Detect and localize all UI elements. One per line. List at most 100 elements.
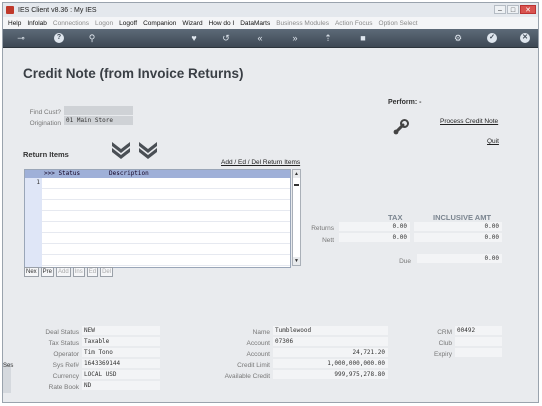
- club-field: [455, 337, 502, 346]
- close-window-button[interactable]: ✕: [520, 5, 536, 14]
- expand-all-down-icon[interactable]: [137, 140, 159, 160]
- settings-icon[interactable]: ⚙: [453, 33, 463, 43]
- account-balance-label: Account: [246, 351, 271, 358]
- menu-action-focus[interactable]: Action Focus: [335, 20, 373, 27]
- grid-nav-buttons: Nex Pre Add Ins Ed Del: [24, 267, 114, 277]
- help-icon[interactable]: ?: [54, 33, 64, 43]
- return-items-grid[interactable]: >>> Status Description 1: [24, 169, 291, 268]
- forward-icon[interactable]: »: [290, 33, 300, 43]
- grid-row-number-column: 1: [25, 178, 42, 267]
- crm-field: 00492: [455, 326, 502, 335]
- menu-logon[interactable]: Logon: [95, 20, 113, 27]
- deal-status-field: NEW: [82, 326, 160, 335]
- toolbar: ⊸ ? ⚲ ♥ ↺ « » ⇡ ■ ⚙ ✓ ✕: [3, 29, 538, 48]
- rate-book-label: Rate Book: [48, 384, 79, 391]
- menu-logoff[interactable]: Logoff: [119, 20, 137, 27]
- sys-ref-field: 1643369144: [82, 359, 160, 368]
- insert-button[interactable]: Ins: [72, 267, 85, 277]
- rate-book-field: ND: [82, 381, 160, 390]
- app-window: IES Client v8.36 : My IES – □ ✕ Help Inf…: [2, 2, 539, 403]
- key-icon[interactable]: ⊸: [11, 33, 31, 43]
- returns-tax-field: 0.00: [339, 222, 410, 231]
- expiry-field: [455, 348, 502, 357]
- table-row[interactable]: [42, 178, 290, 189]
- close-icon[interactable]: ✕: [520, 33, 530, 43]
- credit-limit-label: Credit Limit: [237, 362, 270, 369]
- side-tab-label: Ses: [3, 363, 14, 369]
- menu-infolab[interactable]: Infolab: [27, 20, 47, 27]
- deal-status-label: Deal Status: [45, 329, 79, 336]
- window-title: IES Client v8.36 : My IES: [18, 6, 97, 14]
- grid-header: >>> Status Description: [25, 170, 290, 178]
- side-tab[interactable]: Ses: [3, 363, 14, 393]
- available-credit-label: Available Credit: [224, 373, 270, 380]
- returns-incl-field: 0.00: [414, 222, 502, 231]
- scroll-thumb[interactable]: [294, 184, 299, 186]
- menu-help[interactable]: Help: [8, 20, 21, 27]
- next-button[interactable]: Nex: [24, 267, 39, 277]
- table-row[interactable]: [42, 222, 290, 233]
- grid-row-number: 1: [36, 179, 40, 186]
- table-row[interactable]: [42, 189, 290, 200]
- menu-option-select[interactable]: Option Select: [379, 20, 418, 27]
- quit-link[interactable]: Quit: [487, 138, 499, 145]
- menu-how-do-i[interactable]: How do I: [209, 20, 235, 27]
- scroll-up-icon[interactable]: ▲: [293, 170, 300, 178]
- menu-companion[interactable]: Companion: [143, 20, 176, 27]
- currency-label: Currency: [52, 373, 79, 380]
- account-label: Account: [246, 340, 271, 347]
- stop-icon[interactable]: ■: [358, 33, 368, 43]
- tax-status-label: Tax Status: [48, 340, 79, 347]
- menu-business-modules[interactable]: Business Modules: [276, 20, 329, 27]
- grid-rows: [42, 178, 290, 267]
- name-label: Name: [252, 329, 270, 336]
- table-row[interactable]: [42, 255, 290, 266]
- menu-wizard[interactable]: Wizard: [182, 20, 202, 27]
- edit-button[interactable]: Ed: [86, 267, 99, 277]
- process-credit-note-link[interactable]: Process Credit Note: [440, 118, 498, 125]
- prev-button[interactable]: Pre: [40, 267, 55, 277]
- return-items-title: Return Items: [23, 150, 69, 159]
- origination-field[interactable]: 01 Main Store: [64, 116, 133, 125]
- operator-field: Tim Tono: [82, 348, 160, 357]
- wrench-icon[interactable]: [392, 118, 410, 136]
- menu-connections[interactable]: Connections: [53, 20, 89, 27]
- table-row[interactable]: [42, 244, 290, 255]
- search-icon[interactable]: ⚲: [87, 33, 97, 43]
- due-field: 0.00: [417, 254, 502, 263]
- menu-bar: Help Infolab Connections Logon Logoff Co…: [3, 17, 538, 29]
- inclusive-amt-header: INCLUSIVE AMT: [433, 213, 492, 222]
- credit-limit-field: 1,000,000,000.00: [273, 359, 388, 368]
- confirm-icon[interactable]: ✓: [487, 33, 497, 43]
- app-icon: [6, 6, 14, 14]
- back-icon[interactable]: «: [255, 33, 265, 43]
- find-cust-label: Find Cust?: [29, 109, 61, 116]
- table-row[interactable]: [42, 233, 290, 244]
- maximize-button[interactable]: □: [507, 5, 519, 14]
- table-row[interactable]: [42, 200, 290, 211]
- refresh-icon[interactable]: ↺: [221, 33, 231, 43]
- table-row[interactable]: [42, 211, 290, 222]
- account-balance-field: 24,721.20: [273, 348, 388, 357]
- add-ed-del-return-items-link[interactable]: Add / Ed / Del Return Items: [221, 159, 300, 166]
- heart-icon[interactable]: ♥: [189, 33, 199, 43]
- find-cust-input[interactable]: [64, 106, 133, 115]
- returns-label: Returns: [311, 225, 334, 232]
- expiry-label: Expiry: [433, 351, 452, 358]
- origination-label: Origination: [29, 120, 61, 127]
- upload-icon[interactable]: ⇡: [323, 33, 333, 43]
- menu-datamarts[interactable]: DataMarts: [240, 20, 270, 27]
- main-content: Credit Note (from Invoice Returns) Find …: [3, 48, 538, 402]
- nett-tax-field: 0.00: [339, 233, 410, 242]
- grid-scrollbar[interactable]: ▲ ▼: [292, 169, 301, 266]
- expand-down-icon[interactable]: [110, 140, 132, 160]
- minimize-button[interactable]: –: [494, 5, 506, 14]
- scroll-down-icon[interactable]: ▼: [293, 257, 300, 265]
- page-title: Credit Note (from Invoice Returns): [23, 66, 244, 81]
- tax-status-field: Taxable: [82, 337, 160, 346]
- title-bar: IES Client v8.36 : My IES – □ ✕: [3, 3, 538, 17]
- add-button[interactable]: Add: [56, 267, 71, 277]
- perform-label: Perform: -: [388, 99, 422, 106]
- delete-button[interactable]: Del: [100, 267, 114, 277]
- nett-incl-field: 0.00: [414, 233, 502, 242]
